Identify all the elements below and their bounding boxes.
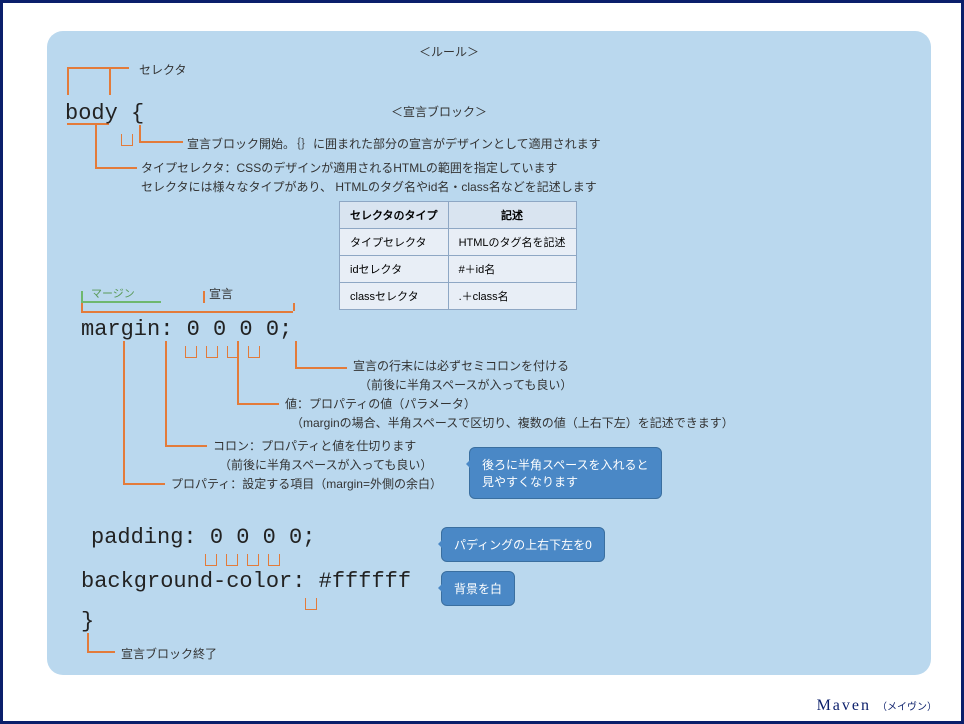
code-close: } [81, 609, 94, 634]
td: idセレクタ [340, 256, 449, 283]
note-semicolon: 宣言の行末には必ずセミコロンを付ける （前後に半角スペースが入っても良い） [353, 357, 572, 395]
code-padding: padding: 0 0 0 0; [91, 525, 315, 550]
line [293, 303, 295, 311]
line [87, 633, 89, 651]
line [295, 341, 297, 367]
line [123, 483, 165, 485]
note-colon: コロン：プロパティと値を仕切ります （前後に半角スペースが入っても良い） [213, 437, 432, 475]
title-rule: ＜ルール＞ [419, 43, 479, 60]
note-value: 値：プロパティの値（パラメータ） （marginの場合、半角スペースで区切り、複… [285, 395, 734, 433]
note-block-start: 宣言ブロック開始。｛｝に囲まれた部分の宣言がデザインとして適用されます [187, 135, 601, 154]
td: HTMLのタグ名を記述 [448, 229, 576, 256]
note-property: プロパティ：設定する項目（margin=外側の余白） [171, 475, 442, 494]
diagram-panel: ＜ルール＞ ＜宣言ブロック＞ セレクタ body { 宣言ブロック開始。｛｝に囲… [47, 31, 931, 675]
label-margin: マージン [91, 285, 135, 301]
td: classセレクタ [340, 283, 449, 310]
line [109, 67, 111, 95]
label-selector: セレクタ [139, 61, 187, 78]
space-markers [205, 551, 280, 569]
line [237, 341, 239, 403]
code-bg: background-color: #ffffff [81, 569, 411, 594]
code-margin: margin: 0 0 0 0; [81, 317, 292, 342]
label-declaration: 宣言 [209, 285, 233, 302]
th-desc: 記述 [448, 202, 576, 229]
line [237, 403, 279, 405]
line [139, 125, 141, 141]
space-marker [305, 595, 317, 613]
footer-sub: （メイヴン） [877, 702, 937, 713]
line [123, 341, 125, 483]
td: .＋class名 [448, 283, 576, 310]
td: #＋id名 [448, 256, 576, 283]
line [67, 67, 69, 95]
line [295, 367, 347, 369]
line [67, 67, 129, 69]
label-block-end: 宣言ブロック終了 [121, 645, 217, 662]
title-decl: ＜宣言ブロック＞ [391, 103, 487, 120]
line [165, 445, 207, 447]
line [81, 301, 161, 303]
line [95, 125, 97, 167]
callout-padding: パディングの上右下左を0 [441, 527, 605, 562]
line [165, 341, 167, 445]
line [95, 167, 137, 169]
line [87, 651, 115, 653]
note-type-selector: タイプセレクタ：CSSのデザインが適用されるHTMLの範囲を指定しています セレ… [141, 159, 597, 197]
space-markers [185, 343, 260, 361]
line [81, 291, 83, 301]
space-marker [121, 131, 133, 149]
footer-name: Maven [817, 697, 871, 714]
page: ＜ルール＞ ＜宣言ブロック＞ セレクタ body { 宣言ブロック開始。｛｝に囲… [0, 0, 964, 724]
callout-bg: 背景を白 [441, 571, 515, 606]
callout-space-tip: 後ろに半角スペースを入れると 見やすくなります [469, 447, 662, 499]
th-type: セレクタのタイプ [340, 202, 449, 229]
line [81, 303, 83, 311]
line [81, 311, 293, 313]
line [139, 141, 183, 143]
line [203, 291, 205, 303]
footer-brand: Maven （メイヴン） [817, 697, 937, 715]
selector-table: セレクタのタイプ記述 タイプセレクタHTMLのタグ名を記述 idセレクタ#＋id… [339, 201, 577, 310]
td: タイプセレクタ [340, 229, 449, 256]
code-body-open: body { [65, 101, 144, 126]
